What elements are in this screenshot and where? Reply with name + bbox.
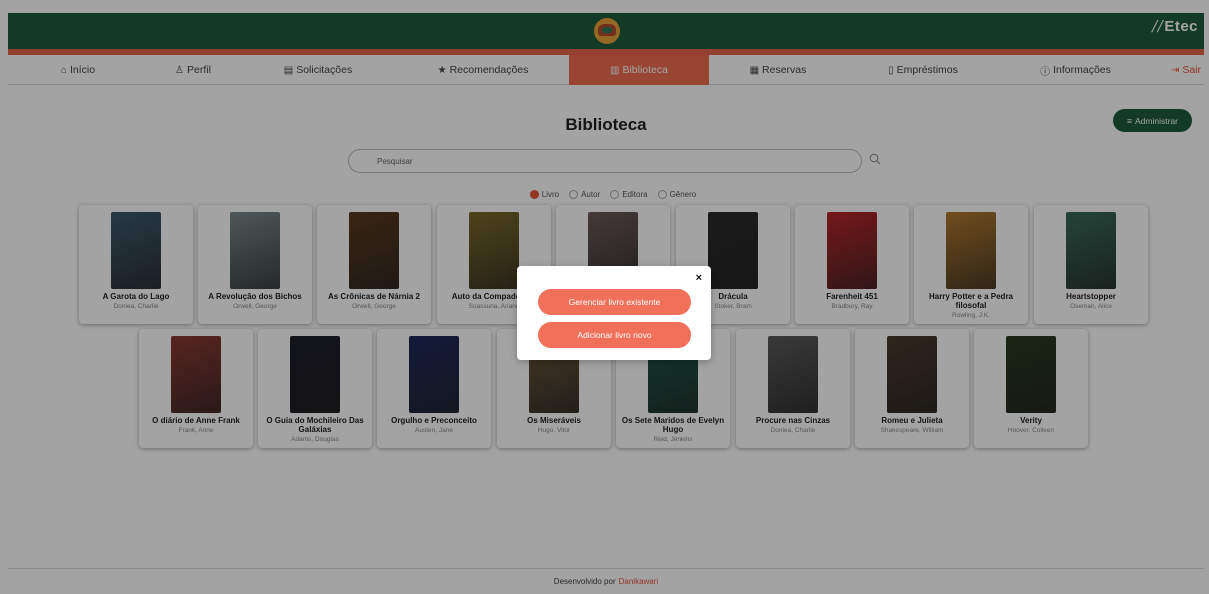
library-action-modal: × Gerenciar livro existente Adicionar li…: [517, 266, 711, 360]
add-book-button[interactable]: Adicionar livro novo: [538, 322, 691, 348]
manage-book-button[interactable]: Gerenciar livro existente: [538, 289, 691, 315]
close-icon[interactable]: ×: [696, 272, 702, 284]
